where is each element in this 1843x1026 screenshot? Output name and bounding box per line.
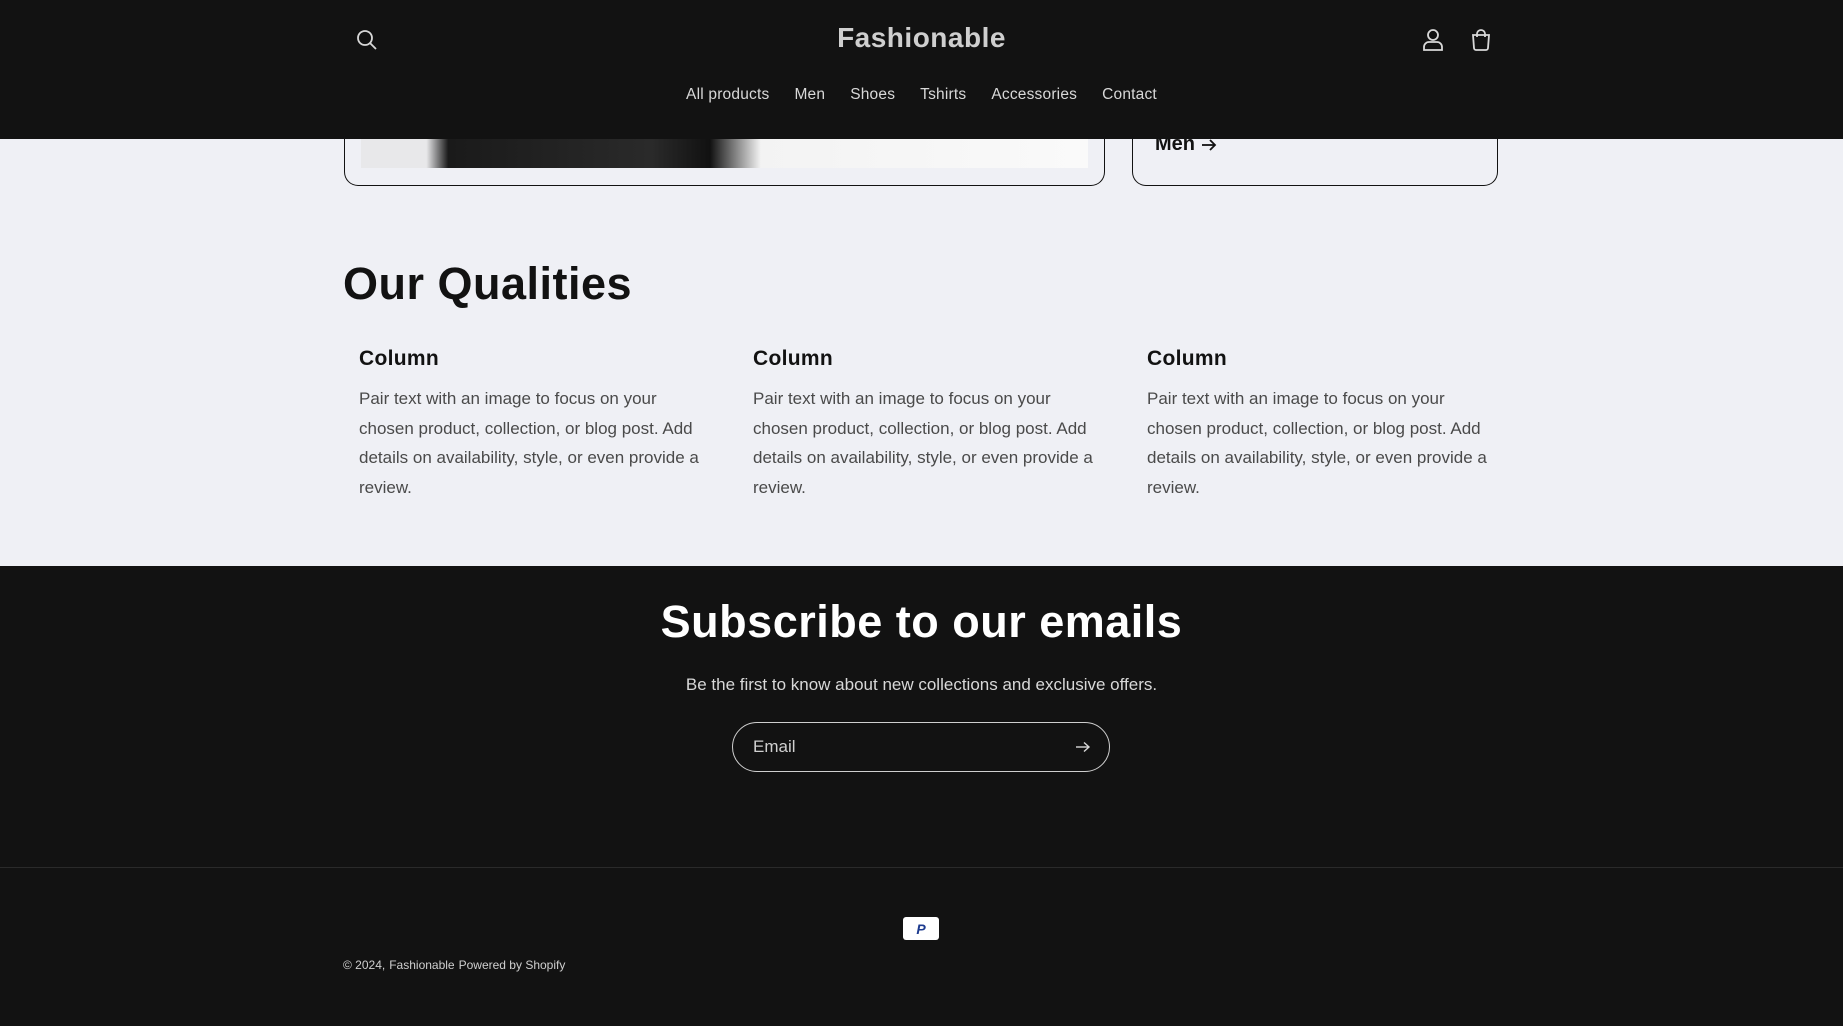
nav-men[interactable]: Men [794, 86, 825, 104]
nav-tshirts[interactable]: Tshirts [920, 86, 966, 104]
column-heading: Column [753, 347, 833, 370]
column-heading: Column [359, 347, 439, 370]
store-name-link[interactable]: Fashionable [389, 958, 454, 972]
column-heading: Column [1147, 347, 1227, 370]
quality-column: Column Pair text with an image to focus … [359, 347, 699, 502]
column-text: Pair text with an image to focus on your… [1147, 389, 1487, 497]
main-nav: All products Men Shoes Tshirts Accessori… [0, 86, 1843, 104]
nav-accessories[interactable]: Accessories [991, 86, 1077, 104]
site-header: Fashionable All products Men Shoes Tshir… [0, 0, 1843, 139]
footer-divider [0, 867, 1843, 868]
nav-shoes[interactable]: Shoes [850, 86, 895, 104]
cart-icon [1472, 29, 1490, 51]
email-input[interactable] [753, 723, 1053, 771]
nav-contact[interactable]: Contact [1102, 86, 1157, 104]
powered-by-link[interactable]: Powered by Shopify [459, 958, 566, 972]
cart-button[interactable] [1458, 20, 1504, 60]
column-text: Pair text with an image to focus on your… [753, 389, 1093, 497]
column-text: Pair text with an image to focus on your… [359, 389, 699, 497]
newsletter-section: Subscribe to our emails Be the first to … [0, 566, 1843, 1026]
qualities-title: Our Qualities [343, 258, 633, 309]
paypal-mark: P [916, 920, 926, 937]
quality-column: Column Pair text with an image to focus … [753, 347, 1093, 502]
store-logo[interactable]: Fashionable [837, 22, 1006, 53]
arrow-right-icon [1076, 741, 1091, 753]
nav-all-products[interactable]: All products [686, 86, 769, 104]
email-submit-button[interactable] [1067, 732, 1099, 762]
newsletter-title: Subscribe to our emails [660, 596, 1183, 647]
account-button[interactable] [1410, 20, 1456, 60]
quality-column: Column Pair text with an image to focus … [1147, 347, 1487, 502]
email-form [732, 722, 1110, 772]
account-icon [1423, 29, 1443, 51]
copyright: © 2024, Fashionable Powered by Shopify [343, 958, 565, 972]
newsletter-text: Be the first to know about new collectio… [685, 675, 1158, 694]
copyright-year: © 2024, [343, 958, 386, 972]
paypal-icon: P [903, 917, 939, 940]
arrow-right-icon [1202, 138, 1217, 151]
